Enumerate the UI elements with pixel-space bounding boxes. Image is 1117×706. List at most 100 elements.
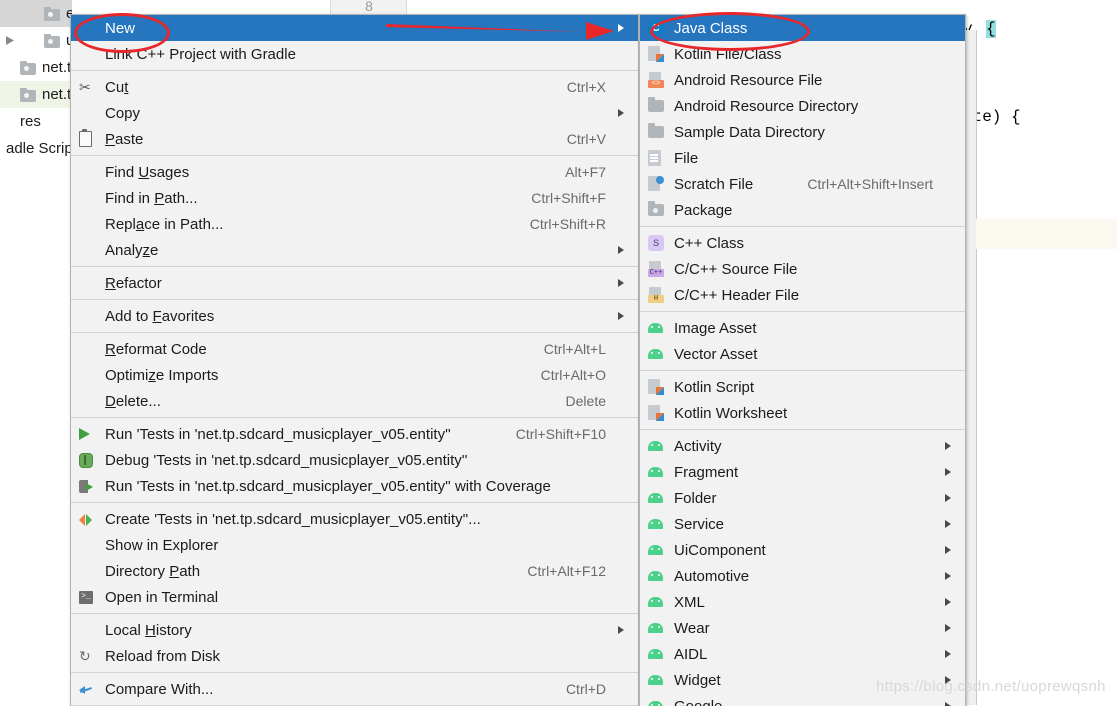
menu-item-label: Kotlin Worksheet [674,404,788,422]
menu-item-icon [648,405,672,421]
menu-item-file[interactable]: File [640,145,965,171]
tree-arrow-spacer [2,88,18,102]
folder-icon [648,123,664,138]
menu-item-replace-in-path[interactable]: Replace in Path... Ctrl+Shift+R [71,211,638,237]
menu-item-icon [648,379,672,395]
chevron-right-icon [941,650,955,658]
menu-item-android-resource-directory[interactable]: Android Resource Directory [640,93,965,119]
menu-item-fragment[interactable]: Fragment [640,459,965,485]
menu-item-label: Package [674,201,733,219]
menu-item-wear[interactable]: Wear [640,615,965,641]
new-submenu[interactable]: Java ClassKotlin File/Class<>Android Res… [639,14,966,706]
menu-item-directory-path[interactable]: Directory Path Ctrl+Alt+F12 [71,558,638,584]
android-icon [648,323,663,333]
menu-item-scratch-file[interactable]: Scratch File Ctrl+Alt+Shift+Insert [640,171,965,197]
menu-item-debug-tests-in-net-tp-sdcard-musicplayer[interactable]: Debug 'Tests in 'net.tp.sdcard_musicplay… [71,447,638,473]
menu-separator [71,417,638,418]
menu-item-run-tests-in-net-tp-sdcard-musicplayer-v[interactable]: Run 'Tests in 'net.tp.sdcard_musicplayer… [71,421,638,447]
menu-item-icon [648,346,672,362]
menu-item-label: Sample Data Directory [674,123,825,141]
menu-separator [640,311,965,312]
menu-item-icon: ↻ [79,648,103,664]
menu-item-create-tests-in-net-tp-sdcard-musicplaye[interactable]: Create 'Tests in 'net.tp.sdcard_musicpla… [71,506,638,532]
menu-item-folder[interactable]: Folder [640,485,965,511]
debug-icon [79,452,93,468]
menu-item-optimize-imports[interactable]: Optimize Imports Ctrl+Alt+O [71,362,638,388]
menu-separator [71,502,638,503]
menu-item-run-tests-in-net-tp-sdcard-musicplayer-v[interactable]: Run 'Tests in 'net.tp.sdcard_musicplayer… [71,473,638,499]
menu-item-label: Local History [105,621,192,639]
chevron-right-icon [941,494,955,502]
android-icon [648,701,663,706]
menu-item-image-asset[interactable]: Image Asset [640,315,965,341]
menu-item-analyze[interactable]: Analyze [71,237,638,263]
reload-icon: ↻ [79,648,91,664]
screenshot-root: entityuinet.tpnet.tpresadle Scrip 8 y { … [0,0,1117,706]
menu-item-label: Reload from Disk [105,647,221,665]
menu-item-icon [79,308,103,324]
menu-item-icon [79,164,103,180]
menu-item-sample-data-directory[interactable]: Sample Data Directory [640,119,965,145]
android-icon [648,441,663,451]
menu-item-uicomponent[interactable]: UiComponent [640,537,965,563]
menu-item-label: Replace in Path... [105,215,224,233]
menu-item-icon [648,464,672,480]
menu-item-compare-with[interactable]: Compare With... Ctrl+D [71,676,638,702]
menu-item-reload-from-disk[interactable]: ↻ Reload from Disk [71,643,638,669]
annotation-ellipse-java-class [650,12,810,51]
menu-item-add-to-favorites[interactable]: Add to Favorites [71,303,638,329]
menu-item-kotlin-worksheet[interactable]: Kotlin Worksheet [640,400,965,426]
project-context-menu[interactable]: New Link C++ Project with Gradle ✂ Cut Ctrl+… [70,14,639,706]
menu-separator [640,226,965,227]
android-icon [648,545,663,555]
menu-item-open-in-terminal[interactable]: >_ Open in Terminal [71,584,638,610]
menu-separator [71,299,638,300]
menu-item-refactor[interactable]: Refactor [71,270,638,296]
menu-item-cut[interactable]: ✂ Cut Ctrl+X [71,74,638,100]
menu-item-activity[interactable]: Activity [640,433,965,459]
menu-item-vector-asset[interactable]: Vector Asset [640,341,965,367]
menu-item-xml[interactable]: XML [640,589,965,615]
menu-item-icon [648,438,672,454]
menu-item-delete[interactable]: Delete... Delete [71,388,638,414]
menu-item-icon [79,242,103,258]
menu-item-label: Vector Asset [674,345,758,363]
menu-item-label: Create 'Tests in 'net.tp.sdcard_musicpla… [105,510,481,528]
cpp-class-icon: S [648,235,664,251]
kotlin-icon [648,379,664,395]
tree-row[interactable]: res [0,108,72,135]
menu-item-label: Debug 'Tests in 'net.tp.sdcard_musicplay… [105,451,468,469]
tree-row[interactable]: net.tp [0,54,72,81]
menu-item-icon [648,150,672,166]
menu-item-label: Android Resource File [674,71,823,89]
menu-item-copy[interactable]: Copy [71,100,638,126]
menu-item-package[interactable]: Package [640,197,965,223]
tree-row[interactable]: adle Scrip [0,135,72,162]
menu-item-label: Open in Terminal [105,588,219,606]
menu-item-c-c-source-file[interactable]: C++ C/C++ Source File [640,256,965,282]
tree-item-label: net.tp [42,58,72,76]
menu-item-label: File [674,149,699,167]
menu-item-show-in-explorer[interactable]: Show in Explorer [71,532,638,558]
menu-item-icon [79,563,103,579]
menu-item-reformat-code[interactable]: Reformat Code Ctrl+Alt+L [71,336,638,362]
menu-separator [71,613,638,614]
chevron-right-icon[interactable] [2,34,18,48]
menu-item-kotlin-script[interactable]: Kotlin Script [640,374,965,400]
menu-item-automotive[interactable]: Automotive [640,563,965,589]
menu-item-find-usages[interactable]: Find Usages Alt+F7 [71,159,638,185]
menu-item-c-c-header-file[interactable]: H C/C++ Header File [640,282,965,308]
menu-item-label: Find Usages [105,163,190,181]
menu-item-paste[interactable]: Paste Ctrl+V [71,126,638,152]
menu-item-find-in-path[interactable]: Find in Path... Ctrl+Shift+F [71,185,638,211]
project-tree[interactable]: entityuinet.tpnet.tpresadle Scrip [0,0,72,160]
menu-item-aidl[interactable]: AIDL [640,641,965,667]
menu-item-label: Directory Path [105,562,201,580]
tree-row[interactable]: net.tp [0,81,72,108]
menu-item-android-resource-file[interactable]: <> Android Resource File [640,67,965,93]
tree-row[interactable]: ui [0,27,72,54]
menu-item-c-class[interactable]: S C++ Class [640,230,965,256]
menu-item-icon [648,646,672,662]
menu-item-local-history[interactable]: Local History [71,617,638,643]
menu-item-service[interactable]: Service [640,511,965,537]
